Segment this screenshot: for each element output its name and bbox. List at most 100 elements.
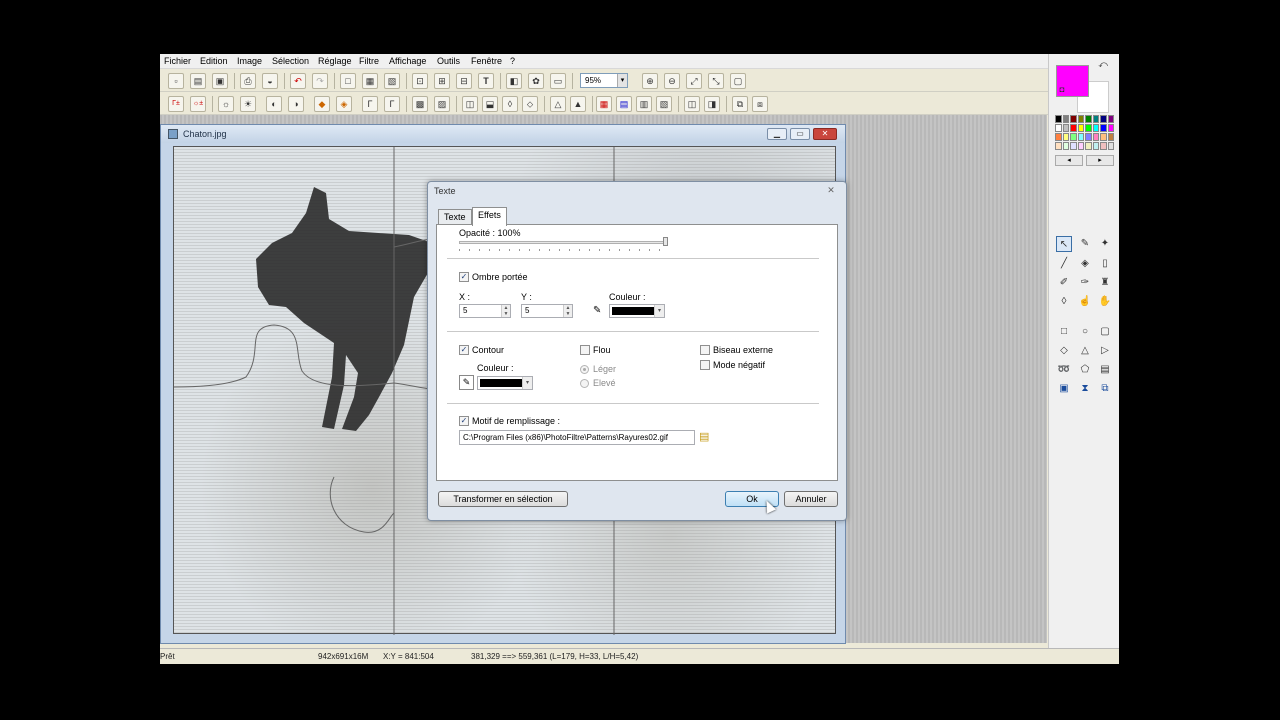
transform-icon[interactable]: ⧉: [732, 96, 748, 112]
rotate-right-icon[interactable]: ◨: [704, 96, 720, 112]
blur-high-radio[interactable]: [580, 379, 589, 388]
zoom-out-icon[interactable]: ⊖: [664, 73, 680, 89]
tab-texte[interactable]: Texte: [438, 209, 472, 225]
reset-colors-icon[interactable]: ◘: [1054, 82, 1070, 98]
redo-icon[interactable]: ↷: [312, 73, 328, 89]
blur-drop-tool-icon[interactable]: ◊: [1056, 294, 1072, 310]
menu-affichage[interactable]: Affichage: [389, 56, 426, 66]
shadow-checkbox[interactable]: ✓: [459, 272, 469, 282]
spray-tool-icon[interactable]: ▯: [1097, 256, 1113, 272]
contour-color-picker[interactable]: ▾: [477, 376, 533, 390]
advanced-brush-tool-icon[interactable]: ✑: [1077, 275, 1093, 291]
pattern-path-field[interactable]: C:\Program Files (x86)\PhotoFiltre\Patte…: [459, 430, 695, 445]
contrast-plus-icon[interactable]: ◑: [288, 96, 304, 112]
swap-colors-icon[interactable]: ⤺: [1095, 56, 1111, 72]
saturation-minus-icon[interactable]: ◆: [314, 96, 330, 112]
tab-effets[interactable]: Effets: [472, 207, 507, 226]
close-icon[interactable]: ✕: [813, 128, 837, 140]
histogram-icon[interactable]: ▥: [636, 96, 652, 112]
opacity-slider[interactable]: [459, 241, 665, 244]
gamma-plus-icon[interactable]: Γ: [384, 96, 400, 112]
menu-outils[interactable]: Outils: [437, 56, 460, 66]
magic-wand-tool-icon[interactable]: ✦: [1097, 236, 1113, 252]
copy-icon[interactable]: ▦: [362, 73, 378, 89]
selection-mode-2-icon[interactable]: ⧗: [1077, 381, 1093, 397]
sepia-icon[interactable]: ▨: [434, 96, 450, 112]
window-icon[interactable]: ▭: [550, 73, 566, 89]
opacity-slider-thumb[interactable]: [663, 237, 668, 246]
flip-horizontal-icon[interactable]: ◫: [462, 96, 478, 112]
hand-tool-icon[interactable]: ✋: [1097, 294, 1113, 310]
zoom-select[interactable]: 95% ▾: [580, 73, 628, 88]
crop-icon[interactable]: ⊟: [456, 73, 472, 89]
open-shape-icon[interactable]: ▤: [1097, 362, 1113, 378]
ellipse-shape-icon[interactable]: ○: [1077, 324, 1093, 340]
blur-checkbox[interactable]: [580, 345, 590, 355]
negative-checkbox[interactable]: [700, 360, 710, 370]
transform-selection-button[interactable]: Transformer en sélection: [438, 491, 568, 507]
plugin-icon[interactable]: ✿: [528, 73, 544, 89]
layers-icon[interactable]: ◧: [506, 73, 522, 89]
paste-icon[interactable]: ▧: [384, 73, 400, 89]
brightness-plus-icon[interactable]: ☀: [240, 96, 256, 112]
palette-next-icon[interactable]: ▸: [1086, 155, 1114, 166]
rotate-left-icon[interactable]: ◫: [684, 96, 700, 112]
open-folder-icon[interactable]: ▤: [190, 73, 206, 89]
undo-icon[interactable]: ↶: [290, 73, 306, 89]
sharpen-icon[interactable]: ⬦: [522, 96, 538, 112]
smudge-tool-icon[interactable]: ☝: [1077, 294, 1093, 310]
cancel-button[interactable]: Annuler: [784, 491, 838, 507]
actual-size-icon[interactable]: ⤡: [708, 73, 724, 89]
color-balance-icon[interactable]: ▦: [596, 96, 612, 112]
menu-image[interactable]: Image: [237, 56, 262, 66]
diamond-shape-icon[interactable]: ◇: [1056, 343, 1072, 359]
auto-levels-icon[interactable]: Γ±: [168, 96, 184, 112]
contour-checkbox[interactable]: ✓: [459, 345, 469, 355]
image-size-icon[interactable]: ⊡: [412, 73, 428, 89]
rounded-rect-shape-icon[interactable]: ▢: [1097, 324, 1113, 340]
shadow-color-picker[interactable]: ▾: [609, 304, 665, 318]
lasso-shape-icon[interactable]: ➿: [1056, 362, 1072, 378]
menu-help[interactable]: ?: [510, 56, 515, 66]
pattern-checkbox[interactable]: ✓: [459, 416, 469, 426]
eyedropper-tool-icon[interactable]: ✎: [1077, 236, 1093, 252]
new-file-icon[interactable]: ▫: [168, 73, 184, 89]
fill-tool-icon[interactable]: ◈: [1077, 256, 1093, 272]
text-tool-icon[interactable]: T: [478, 73, 494, 89]
color-palette[interactable]: [1055, 115, 1114, 150]
rgb-icon[interactable]: ▤: [616, 96, 632, 112]
menu-selection[interactable]: Sélection: [272, 56, 309, 66]
pointer-tool-icon[interactable]: ↖: [1056, 236, 1072, 252]
saturation-plus-icon[interactable]: ◈: [336, 96, 352, 112]
menu-edition[interactable]: Edition: [200, 56, 228, 66]
sharpen-more-icon[interactable]: ▲: [570, 96, 586, 112]
brush-tool-icon[interactable]: ✐: [1056, 275, 1072, 291]
blur-light-radio[interactable]: [580, 365, 589, 374]
contrast-minus-icon[interactable]: ◐: [266, 96, 282, 112]
brightness-minus-icon[interactable]: ☼: [218, 96, 234, 112]
shadow-eyedropper-icon[interactable]: ✎: [593, 305, 601, 316]
save-icon[interactable]: ▣: [212, 73, 228, 89]
menu-fenetre[interactable]: Fenêtre: [471, 56, 502, 66]
menu-filtre[interactable]: Filtre: [359, 56, 379, 66]
canvas-size-icon[interactable]: ⊞: [434, 73, 450, 89]
line-tool-icon[interactable]: ╱: [1056, 256, 1072, 272]
palette-prev-icon[interactable]: ◂: [1055, 155, 1083, 166]
cut-icon[interactable]: □: [340, 73, 356, 89]
smooth-icon[interactable]: △: [550, 96, 566, 112]
shadow-x-spinner[interactable]: 5 ▲ ▼: [459, 304, 511, 318]
gamma-minus-icon[interactable]: Γ: [362, 96, 378, 112]
menu-reglage[interactable]: Réglage: [318, 56, 352, 66]
polygon-shape-icon[interactable]: ⬠: [1077, 362, 1093, 378]
contour-eyedropper-icon[interactable]: ✎: [459, 375, 474, 390]
levels-icon[interactable]: ▧: [656, 96, 672, 112]
fit-window-icon[interactable]: ⤢: [686, 73, 702, 89]
fullscreen-icon[interactable]: ▢: [730, 73, 746, 89]
stamp-tool-icon[interactable]: ♜: [1097, 275, 1113, 291]
triangle-shape-icon[interactable]: △: [1077, 343, 1093, 359]
browse-folder-icon[interactable]: ▤: [699, 430, 709, 443]
menu-fichier[interactable]: Fichier: [164, 56, 191, 66]
selection-mode-1-icon[interactable]: ▣: [1056, 381, 1072, 397]
frame-icon[interactable]: ⧈: [752, 96, 768, 112]
scan-icon[interactable]: ◒: [262, 73, 278, 89]
